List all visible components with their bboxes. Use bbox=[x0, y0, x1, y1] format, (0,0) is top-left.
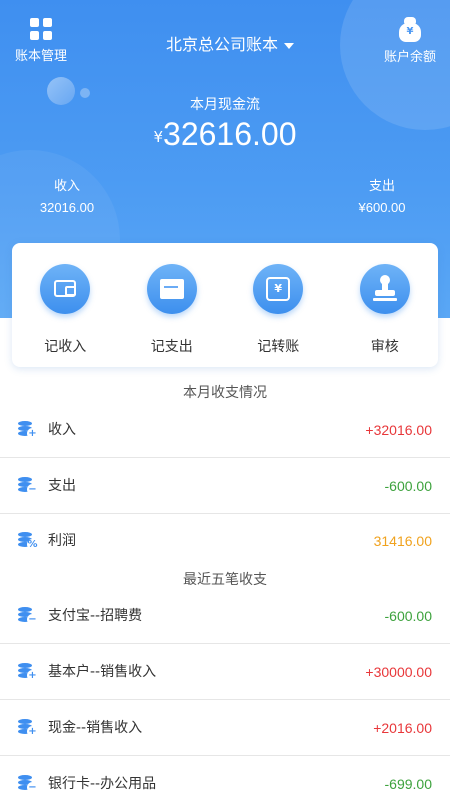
row-amount: +32016.00 bbox=[365, 422, 432, 438]
coin-minus-icon: − bbox=[18, 774, 38, 794]
income-label: 收入 bbox=[53, 179, 80, 194]
row-name: 基本户--销售收入 bbox=[48, 664, 157, 680]
monthly-row-expense[interactable]: − 支出 -600.00 bbox=[0, 458, 450, 514]
income-value: 32016.00 bbox=[39, 200, 95, 215]
transaction-row[interactable]: − 银行卡--办公用品 -699.00 bbox=[0, 756, 450, 800]
row-name: 收入 bbox=[48, 422, 76, 438]
transaction-row[interactable]: − 支付宝--招聘费 -600.00 bbox=[0, 588, 450, 644]
transfer-icon: ¥ bbox=[253, 264, 304, 314]
coin-percent-icon: % bbox=[18, 531, 38, 551]
record-transfer-label: 记转账 bbox=[257, 339, 300, 355]
transaction-row[interactable]: + 现金--销售收入 +2016.00 bbox=[0, 700, 450, 756]
record-income-label: 记收入 bbox=[44, 339, 87, 355]
review-button[interactable]: 审核 bbox=[335, 264, 435, 356]
record-income-button[interactable]: 记收入 bbox=[15, 264, 115, 356]
quick-actions-card: 记收入 记支出 ¥ 记转账 审核 bbox=[12, 243, 438, 367]
money-bag-icon: ¥ bbox=[398, 16, 422, 42]
monthly-row-profit[interactable]: % 利润 31416.00 bbox=[0, 513, 450, 569]
row-amount: -600.00 bbox=[384, 608, 432, 624]
cash-flow-label: 本月现金流 bbox=[190, 97, 260, 113]
cash-flow-amount: ¥32616.00 bbox=[0, 116, 450, 153]
record-expense-label: 记支出 bbox=[150, 339, 193, 355]
record-transfer-button[interactable]: ¥ 记转账 bbox=[228, 264, 328, 356]
row-name: 支付宝--招聘费 bbox=[48, 608, 143, 624]
coin-minus-icon: − bbox=[18, 476, 38, 496]
stamp-icon bbox=[359, 264, 410, 314]
row-amount: +2016.00 bbox=[373, 720, 432, 736]
row-name: 支出 bbox=[48, 478, 76, 494]
row-amount: 31416.00 bbox=[373, 533, 432, 549]
row-name: 利润 bbox=[48, 533, 76, 549]
currency-symbol: ¥ bbox=[153, 128, 164, 146]
ledger-title: 北京总公司账本 bbox=[165, 35, 278, 54]
monthly-row-income[interactable]: + 收入 +32016.00 bbox=[0, 402, 450, 458]
wallet-icon bbox=[40, 264, 91, 314]
coin-plus-icon: + bbox=[18, 718, 38, 738]
income-summary: 收入 32016.00 bbox=[30, 175, 104, 215]
expense-label: 支出 bbox=[368, 179, 395, 194]
row-amount: -699.00 bbox=[384, 776, 432, 792]
row-name: 银行卡--办公用品 bbox=[48, 776, 157, 792]
account-balance-button[interactable]: ¥ 账户余额 bbox=[380, 16, 440, 65]
caret-down-icon bbox=[284, 42, 294, 49]
expense-value: ¥600.00 bbox=[358, 200, 406, 215]
row-amount: -600.00 bbox=[384, 478, 432, 494]
coin-plus-icon: + bbox=[18, 420, 38, 440]
coin-minus-icon: − bbox=[18, 606, 38, 626]
transaction-row[interactable]: + 基本户--销售收入 +30000.00 bbox=[0, 644, 450, 700]
coin-plus-icon: + bbox=[18, 662, 38, 682]
recent-transactions-title: 最近五笔收支 bbox=[183, 572, 267, 588]
expense-summary: 支出 ¥600.00 bbox=[345, 175, 419, 215]
monthly-summary-title: 本月收支情况 bbox=[183, 385, 267, 401]
review-label: 审核 bbox=[370, 339, 399, 355]
row-name: 现金--销售收入 bbox=[48, 720, 143, 736]
cash-flow-value: 32616.00 bbox=[163, 116, 297, 152]
envelope-icon bbox=[146, 264, 197, 314]
record-expense-button[interactable]: 记支出 bbox=[122, 264, 222, 356]
account-balance-label: 账户余额 bbox=[383, 50, 436, 65]
row-amount: +30000.00 bbox=[365, 664, 432, 680]
